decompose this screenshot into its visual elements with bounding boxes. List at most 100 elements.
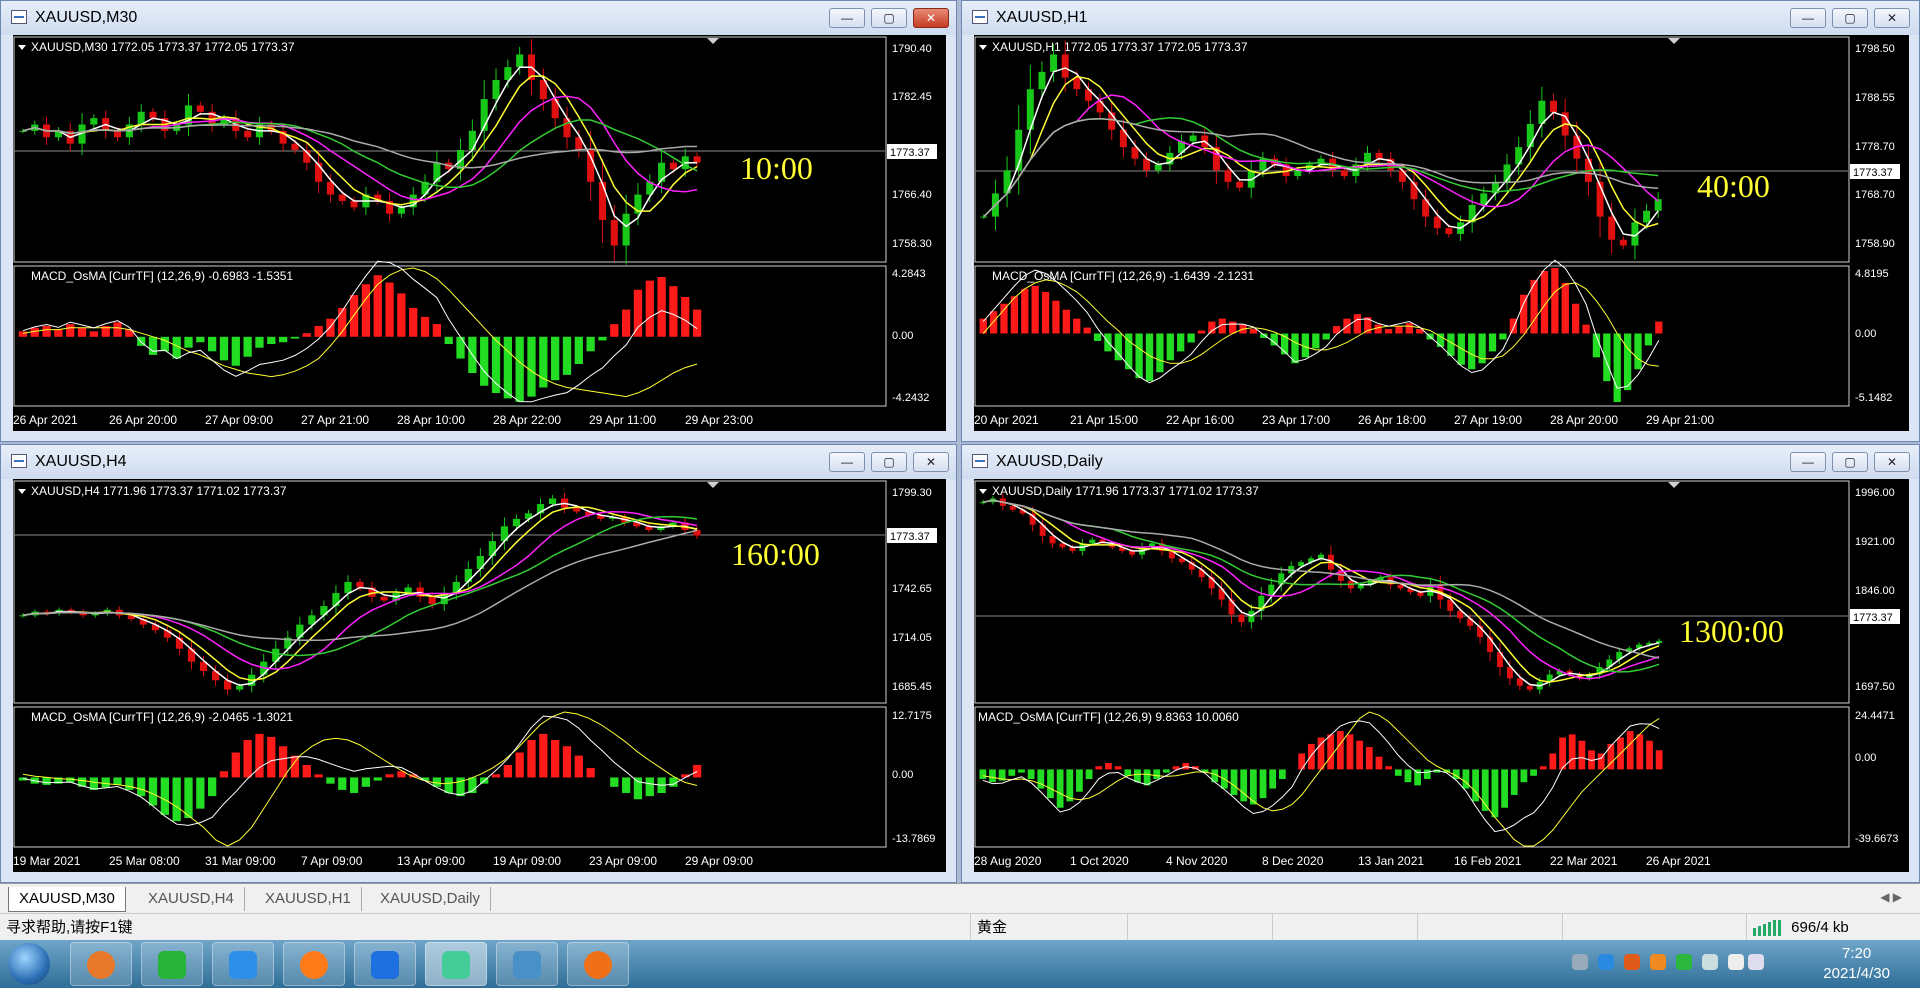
maximize-button[interactable]: ▢ xyxy=(871,8,907,28)
close-button[interactable]: ✕ xyxy=(1874,452,1910,472)
price-tick: 1778.70 xyxy=(1855,141,1895,153)
window-title: XAUUSD,H4 xyxy=(35,453,127,470)
candle-body xyxy=(468,130,476,150)
candle-body xyxy=(1073,77,1081,90)
date-tick: 16 Feb 2021 xyxy=(1454,854,1522,868)
countdown-timer: 160:00 xyxy=(731,536,820,572)
price-tick: 1921.00 xyxy=(1855,536,1895,548)
system-tray xyxy=(1572,954,1764,974)
taskbar-app-meeting[interactable] xyxy=(354,942,416,986)
date-tick: 22 Mar 2021 xyxy=(1550,854,1618,868)
candle-body xyxy=(1433,216,1441,229)
chart-window-h1[interactable]: XAUUSD,H1 — ▢ ✕ XAUUSD,H1 1772.05 1773.3… xyxy=(961,0,1920,442)
candle-body xyxy=(980,216,988,218)
price-tick: 1790.40 xyxy=(892,43,932,55)
taskbar-app-photo[interactable] xyxy=(496,942,558,986)
tab-xauusd-h1[interactable]: XAUUSD,H1 xyxy=(255,887,362,911)
candle-body xyxy=(610,220,618,246)
price-tick: 1798.50 xyxy=(1855,43,1895,55)
candle-body xyxy=(693,156,701,163)
chart-area[interactable]: XAUUSD,H4 1771.96 1773.37 1771.02 1773.3… xyxy=(13,479,946,872)
date-tick: 28 Apr 22:00 xyxy=(493,413,561,427)
tab-scroll-arrows[interactable]: ◀ ▶ xyxy=(1880,890,1902,904)
close-button[interactable]: ✕ xyxy=(913,8,949,28)
price-chart-svg[interactable]: XAUUSD,H1 1772.05 1773.37 1772.05 1773.3… xyxy=(974,35,1909,431)
taskbar-app-firefox[interactable] xyxy=(283,942,345,986)
macd-tick: 0.00 xyxy=(892,330,913,342)
candle-body xyxy=(397,207,405,214)
price-tick: 1758.30 xyxy=(892,238,932,250)
chart-window-h4[interactable]: XAUUSD,H4 — ▢ ✕ XAUUSD,H4 1771.96 1773.3… xyxy=(0,444,957,883)
maximize-button[interactable]: ▢ xyxy=(1832,8,1868,28)
tab-xauusd-daily[interactable]: XAUUSD,Daily xyxy=(370,887,492,911)
tray-icon[interactable] xyxy=(1650,954,1666,970)
candle-body xyxy=(512,518,521,527)
taskbar-app-swirl[interactable] xyxy=(70,942,132,986)
date-tick: 26 Apr 2021 xyxy=(1646,854,1711,868)
tray-wechat-icon[interactable] xyxy=(1676,954,1692,970)
taskbar-app-wechat[interactable] xyxy=(141,942,203,986)
close-button[interactable]: ✕ xyxy=(913,452,949,472)
start-button[interactable] xyxy=(8,943,50,985)
date-tick: 23 Apr 17:00 xyxy=(1262,413,1330,427)
taskbar-app-mascot[interactable] xyxy=(567,942,629,986)
connection-bars-icon xyxy=(1753,920,1781,937)
minimize-button[interactable]: — xyxy=(1790,8,1826,28)
chart-window-m30[interactable]: XAUUSD,M30 — ▢ ✕ XAUUSD,M30 1772.05 1773… xyxy=(0,0,957,442)
candle-body xyxy=(90,118,98,125)
chart-background xyxy=(974,479,1909,872)
candle-body xyxy=(573,507,581,512)
tab-xauusd-h4[interactable]: XAUUSD,H4 xyxy=(138,887,245,911)
taskbar-app-metatrader[interactable] xyxy=(425,942,487,986)
price-tick: 1685.45 xyxy=(892,681,932,693)
date-tick: 29 Apr 11:00 xyxy=(589,413,656,427)
chart-area[interactable]: XAUUSD,Daily 1771.96 1773.37 1771.02 177… xyxy=(974,479,1909,872)
connection-status: 696/4 kb xyxy=(1746,914,1920,941)
macd-tick: -39.6673 xyxy=(1855,833,1898,845)
candle-body xyxy=(1189,135,1197,142)
tab-xauusd-m30[interactable]: XAUUSD,M30 xyxy=(8,887,126,912)
tray-icon[interactable] xyxy=(1624,954,1640,970)
mdi-workspace: XAUUSD,M30 — ▢ ✕ XAUUSD,M30 1772.05 1773… xyxy=(0,0,1920,883)
candle-body xyxy=(326,181,334,195)
price-marker: 1773.37 xyxy=(890,147,930,159)
close-button[interactable]: ✕ xyxy=(1874,8,1910,28)
maximize-button[interactable]: ▢ xyxy=(871,452,907,472)
date-tick: 27 Apr 19:00 xyxy=(1454,413,1522,427)
price-chart-svg[interactable]: XAUUSD,M30 1772.05 1773.37 1772.05 1773.… xyxy=(13,35,946,431)
status-help: 寻求帮助,请按F1键 xyxy=(6,919,133,936)
price-chart-svg[interactable]: XAUUSD,Daily 1771.96 1773.37 1771.02 177… xyxy=(974,479,1909,872)
tray-icon[interactable] xyxy=(1702,954,1718,970)
countdown-timer: 10:00 xyxy=(740,150,813,186)
window-titlebar[interactable]: XAUUSD,H1 — ▢ ✕ xyxy=(962,1,1919,35)
window-titlebar[interactable]: XAUUSD,H4 — ▢ ✕ xyxy=(1,445,956,479)
window-titlebar[interactable]: XAUUSD,Daily — ▢ ✕ xyxy=(962,445,1919,479)
price-tick: 1782.45 xyxy=(892,91,932,103)
date-tick: 1 Oct 2020 xyxy=(1070,854,1129,868)
candle-body xyxy=(548,498,557,505)
minimize-button[interactable]: — xyxy=(829,452,865,472)
macd-tick: -4.2432 xyxy=(892,392,929,404)
date-tick: 28 Apr 20:00 xyxy=(1550,413,1618,427)
date-tick: 31 Mar 09:00 xyxy=(205,854,276,868)
taskbar-app-pen[interactable] xyxy=(212,942,274,986)
chart-area[interactable]: XAUUSD,H1 1772.05 1773.37 1772.05 1773.3… xyxy=(974,35,1909,431)
date-tick: 23 Apr 09:00 xyxy=(589,854,657,868)
tray-icon[interactable] xyxy=(1572,954,1588,970)
candle-body xyxy=(1236,181,1244,188)
date-tick: 27 Apr 09:00 xyxy=(205,413,273,427)
tray-shield-icon[interactable] xyxy=(1598,954,1614,970)
macd-tick: 0.00 xyxy=(1855,328,1876,340)
chart-window-daily[interactable]: XAUUSD,Daily — ▢ ✕ XAUUSD,Daily 1771.96 … xyxy=(961,444,1920,883)
maximize-button[interactable]: ▢ xyxy=(1832,452,1868,472)
candle-body xyxy=(1224,170,1232,182)
status-symbol: 黄金 xyxy=(970,914,1127,941)
chart-area[interactable]: XAUUSD,M30 1772.05 1773.37 1772.05 1773.… xyxy=(13,35,946,431)
minimize-button[interactable]: — xyxy=(829,8,865,28)
volume-muted-icon[interactable] xyxy=(1728,954,1744,970)
price-chart-svg[interactable]: XAUUSD,H4 1771.96 1773.37 1771.02 1773.3… xyxy=(13,479,946,872)
network-icon[interactable] xyxy=(1748,954,1764,970)
clock[interactable]: 7:20 2021/4/30 xyxy=(1823,944,1890,984)
minimize-button[interactable]: — xyxy=(1790,452,1826,472)
window-titlebar[interactable]: XAUUSD,M30 — ▢ ✕ xyxy=(1,1,956,35)
